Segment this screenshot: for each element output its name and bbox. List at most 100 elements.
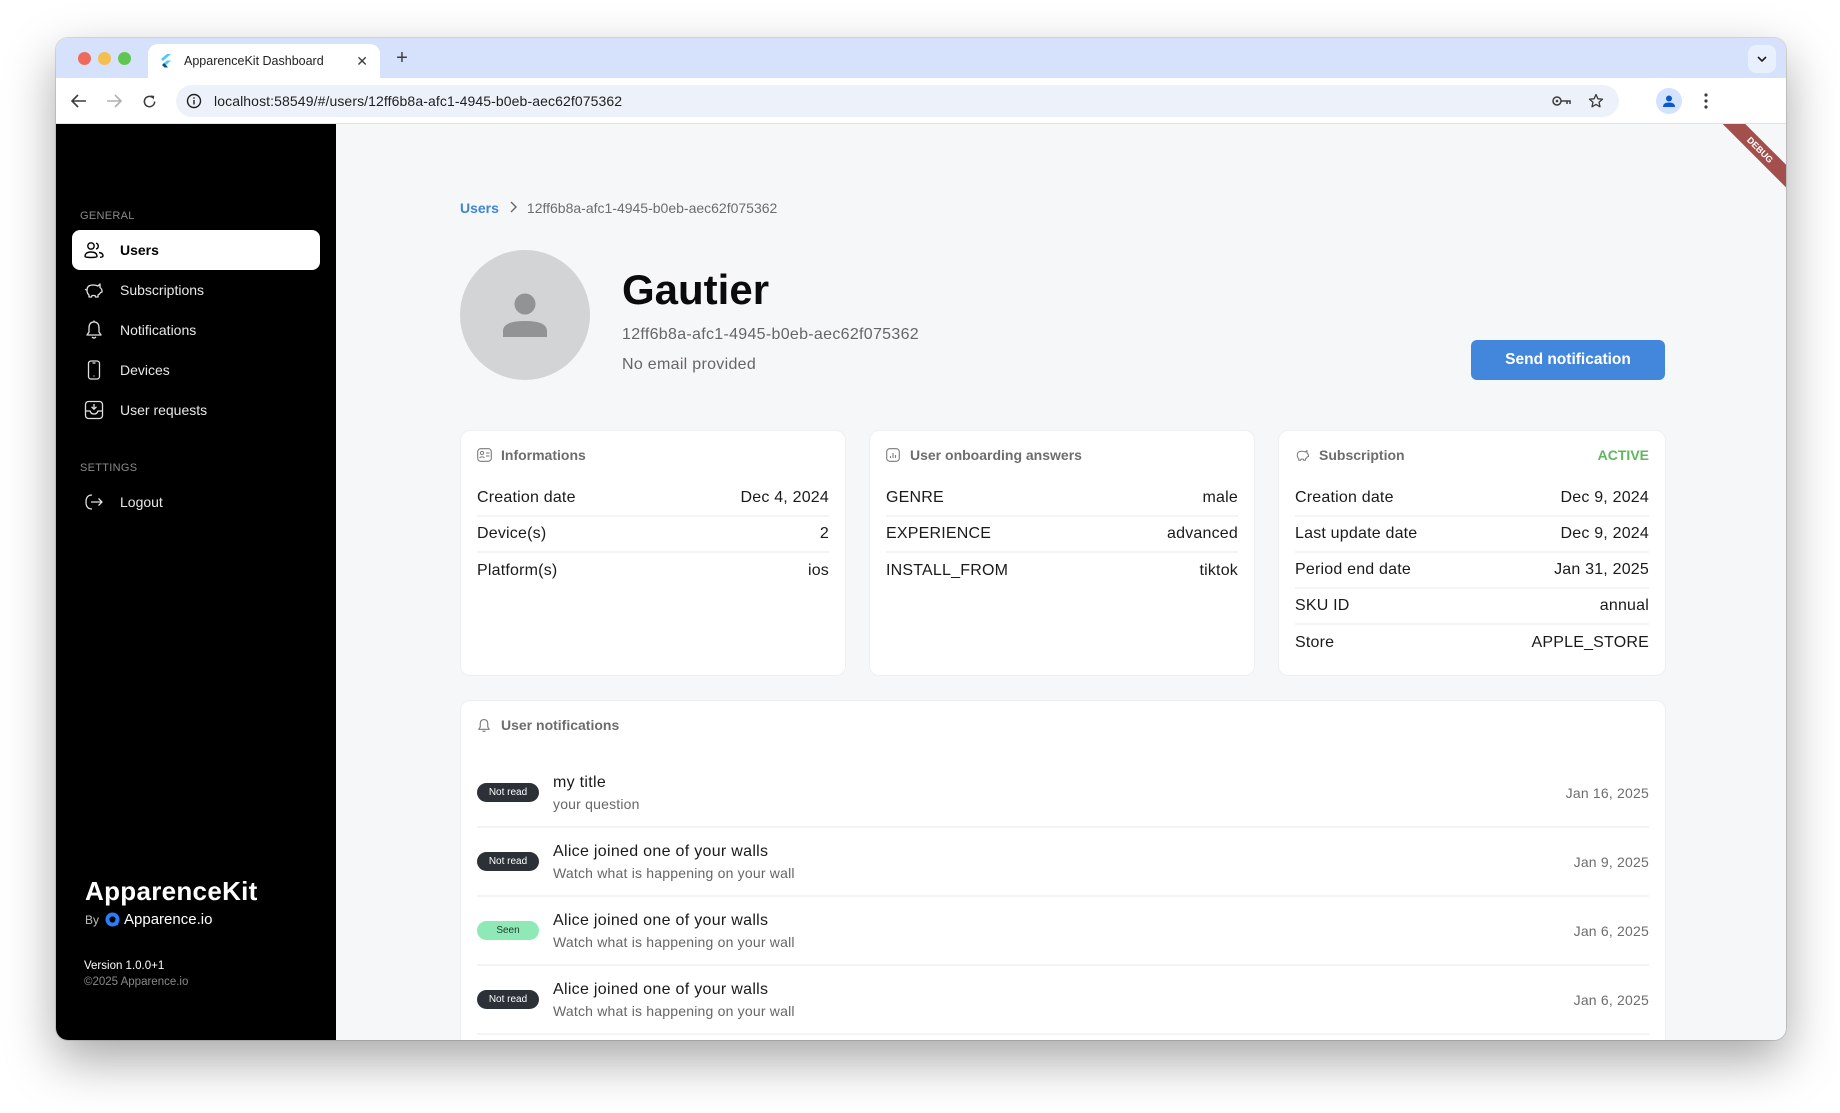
onboarding-row: INSTALL_FROM tiktok [886,553,1238,589]
inbox-download-icon [84,400,104,420]
users-icon [84,240,104,260]
read-status-badge: Seen [477,921,539,940]
sidebar-item-user-requests[interactable]: User requests [72,390,320,430]
card-title: User onboarding answers [910,447,1082,463]
sidebar-item-label: Notifications [120,322,197,338]
sidebar-item-users[interactable]: Users [72,230,320,270]
reload-icon [143,94,155,107]
row-value: male [1202,489,1238,506]
app-root: GENERAL Users Subscriptions Notification… [56,124,1786,1040]
person-icon [1663,95,1675,107]
bookmark-star-icon[interactable] [1583,88,1609,114]
row-value: advanced [1167,525,1238,542]
breadcrumb: Users 12ff6b8a-afc1-4945-b0eb-aec62f0753… [460,200,777,216]
maximize-window-button[interactable] [118,52,131,65]
row-value: tiktok [1199,562,1238,579]
notification-item[interactable]: Not read Alice joined one of your walls W… [477,828,1649,897]
site-info-icon[interactable] [186,93,202,109]
info-row: Device(s) 2 [477,517,829,553]
brand-byline: By Apparence.io [85,911,258,928]
forward-button[interactable] [101,88,127,114]
row-label: GENRE [886,489,944,506]
row-value: Dec 4, 2024 [740,489,829,506]
card-header: Informations [477,447,829,463]
info-row: Platform(s) ios [477,553,829,589]
row-value: Dec 9, 2024 [1560,489,1649,506]
arrow-right-icon [107,94,122,108]
sidebar-item-label: Users [120,242,159,258]
section-label-general: GENERAL [80,210,135,222]
sidebar-item-label: Logout [120,494,163,510]
person-placeholder-icon [503,293,547,337]
card-title: User notifications [501,717,620,733]
row-label: EXPERIENCE [886,525,992,542]
row-value: annual [1599,597,1649,614]
subscription-row: Store APPLE_STORE [1295,625,1649,661]
browser-menu-button[interactable] [1696,88,1716,114]
sidebar-item-subscriptions[interactable]: Subscriptions [72,270,320,310]
subscription-row: Period end date Jan 31, 2025 [1295,553,1649,589]
info-rows: Creation date Dec 4, 2024 Device(s) 2 Plat… [477,481,829,589]
card-header: Subscription ACTIVE [1295,447,1649,463]
card-header: User notifications [477,717,1649,733]
row-label: SKU ID [1295,597,1350,614]
brand-company: Apparence.io [124,911,213,928]
send-notification-button[interactable]: Send notification [1471,340,1665,380]
notification-date: Jan 6, 2025 [1573,922,1649,939]
chevron-down-icon [1757,56,1767,62]
arrow-left-icon [71,94,86,108]
brand-name: ApparenceKit [85,876,258,906]
notification-item[interactable]: Seen Alice joined one of your walls Watch… [477,897,1649,966]
breadcrumb-current: 12ff6b8a-afc1-4945-b0eb-aec62f075362 [526,200,778,216]
sidebar-item-notifications[interactable]: Notifications [72,310,320,350]
sidebar-item-devices[interactable]: Devices [72,350,320,390]
row-label: Last update date [1295,525,1418,542]
row-value: Jan 31, 2025 [1554,561,1649,578]
onboarding-row: GENRE male [886,481,1238,517]
notification-body: Watch what is happening on your wall [553,1002,795,1019]
back-button[interactable] [66,88,92,114]
sidebar-item-label: Devices [120,362,170,378]
reload-button[interactable] [136,88,162,114]
main-content: DEBUG Users 12ff6b8a-afc1-4945-b0eb-aec6… [336,124,1786,1040]
row-label: Device(s) [477,525,547,542]
close-tab-icon[interactable]: ✕ [356,53,368,70]
row-label: INSTALL_FROM [886,562,1009,579]
onboarding-row: EXPERIENCE advanced [886,517,1238,553]
browser-tab[interactable]: ApparenceKit Dashboard ✕ [148,44,380,78]
address-bar[interactable]: localhost:58549/#/users/12ff6b8a-afc1-49… [176,85,1619,117]
more-vertical-icon [1704,93,1708,109]
subscription-rows: Creation date Dec 9, 2024 Last update dat… [1295,481,1649,661]
apparence-logo-icon [105,912,120,927]
copyright-text: ©2025 Apparence.io [84,976,189,988]
tab-title: ApparenceKit Dashboard [184,54,324,68]
notification-date: Jan 9, 2025 [1573,853,1649,870]
notification-body: your question [553,795,640,812]
password-key-icon[interactable] [1549,88,1575,114]
notification-item[interactable]: Not read Alice joined one of your walls W… [477,966,1649,1035]
notification-title: Alice joined one of your walls [553,911,769,929]
row-label: Creation date [477,489,576,506]
browser-window: ApparenceKit Dashboard ✕ + localhost:585… [56,38,1786,1040]
row-value: APPLE_STORE [1531,634,1649,651]
minimize-window-button[interactable] [98,52,111,65]
new-tab-button[interactable]: + [390,46,414,70]
tab-search-button[interactable] [1748,45,1776,73]
row-label: Creation date [1295,489,1394,506]
bell-icon [84,320,104,340]
url-text[interactable]: localhost:58549/#/users/12ff6b8a-afc1-49… [214,93,1541,109]
notification-title: Alice joined one of your walls [553,842,769,860]
sidebar: GENERAL Users Subscriptions Notification… [56,124,336,1040]
read-status-badge: Not read [477,852,539,871]
onboarding-rows: GENRE male EXPERIENCE advanced INSTALL_FRO… [886,481,1238,589]
informations-card: Informations Creation date Dec 4, 2024 De… [460,430,846,676]
sidebar-item-logout[interactable]: Logout [72,482,320,522]
row-label: Period end date [1295,561,1411,578]
profile-avatar-button[interactable] [1656,88,1682,114]
close-window-button[interactable] [78,52,91,65]
breadcrumb-users-link[interactable]: Users [460,200,499,216]
card-title: Informations [501,447,586,463]
notification-item[interactable]: Not read my title your question Jan 16, 2… [477,759,1649,828]
piggy-bank-icon [84,280,104,300]
notification-title: Alice joined one of your walls [553,980,769,998]
